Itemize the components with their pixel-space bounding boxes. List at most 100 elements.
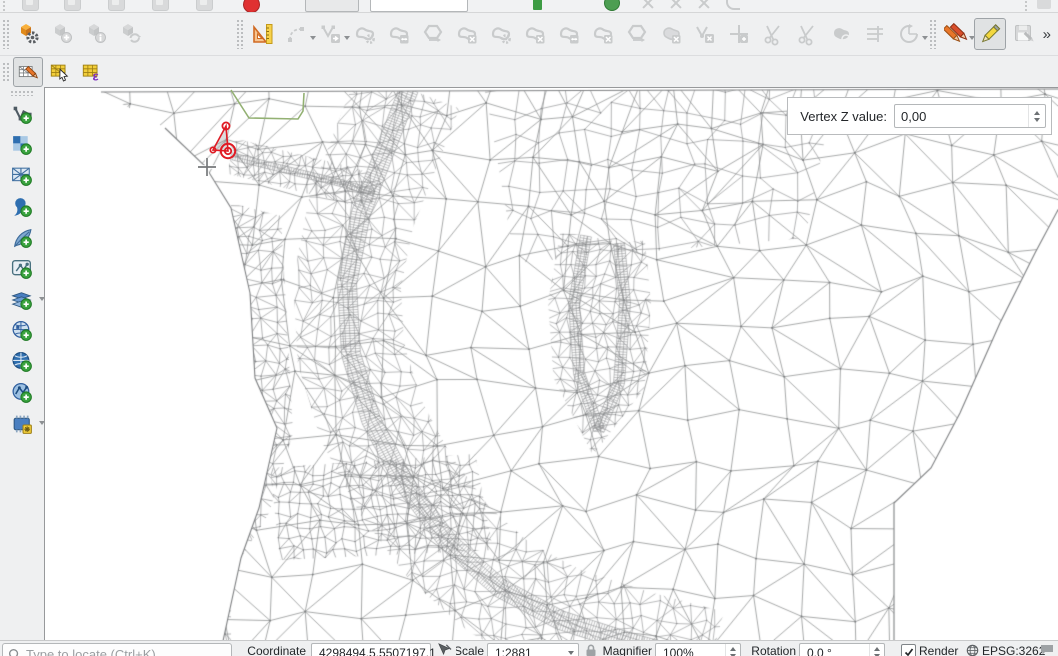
toolbar-grip[interactable] (929, 19, 936, 49)
add-virtual-layer-button[interactable] (7, 255, 37, 283)
move-feature-button[interactable] (349, 18, 381, 50)
vertex-tool-icon (319, 22, 343, 46)
render-checkbox[interactable] (901, 644, 916, 656)
select-mesh-elements-button[interactable] (45, 57, 75, 87)
delete-part-button[interactable] (621, 18, 653, 50)
trim-extend-icon (863, 22, 887, 46)
mesh-calculator-options-button[interactable] (13, 18, 45, 50)
add-vector-tile-layer-icon (10, 288, 35, 313)
rotation-spinbox[interactable]: 0.0 ° (799, 643, 885, 656)
add-raster-layer-icon (10, 133, 35, 158)
crs-globe-icon[interactable] (966, 644, 979, 656)
mesh-add-tool-button[interactable] (47, 18, 79, 50)
add-mesh-layer-button[interactable] (7, 162, 37, 190)
delete-ring-icon (591, 22, 615, 46)
add-vector-tile-layer-button[interactable] (7, 286, 37, 314)
add-spatialite-layer-button[interactable] (7, 224, 37, 252)
offset-curve-button[interactable] (655, 18, 687, 50)
add-arcgis-rest-layer-button[interactable] (7, 410, 37, 438)
reshape-features-icon (693, 22, 717, 46)
messages-icon[interactable] (1040, 644, 1054, 656)
spin-down-icon[interactable] (1034, 118, 1040, 122)
current-edits-button[interactable] (940, 18, 972, 50)
delete-ring-button[interactable] (587, 18, 619, 50)
clear-tool-icon-1[interactable] (642, 0, 654, 9)
toolbar-grip[interactable] (2, 62, 9, 81)
add-wfs-layer-button[interactable] (7, 379, 37, 407)
toolbar-grip (2, 0, 7, 12)
add-delimited-text-layer-button[interactable] (7, 193, 37, 221)
snap-tool-icon-2[interactable] (64, 0, 81, 11)
scale-combobox[interactable]: 1:2881 (487, 643, 579, 656)
record-status-icon[interactable] (243, 0, 260, 13)
add-wms-wmts-layer-button[interactable] (7, 317, 37, 345)
scale-value[interactable]: 1:2881 (488, 644, 563, 656)
simplify-feature-button[interactable] (451, 18, 483, 50)
magnifier-spinbox[interactable]: 100% (655, 643, 741, 656)
mesh-info-tool-button[interactable] (81, 18, 113, 50)
mesh-reload-tool-icon (119, 22, 143, 46)
add-virtual-layer-icon (10, 257, 35, 282)
snap-tool-icon-1[interactable] (22, 0, 39, 11)
digitize-mesh-elements-button[interactable] (13, 57, 43, 87)
toolbar-overflow-button[interactable]: » (1043, 26, 1050, 43)
coordinate-value[interactable]: 4298494.5,5507197.1 (312, 644, 436, 656)
snapping-options-icon[interactable] (604, 0, 620, 11)
vertex-z-spin-arrows[interactable] (1028, 105, 1045, 127)
vertex-z-value[interactable]: 0,00 (895, 105, 1028, 127)
toggle-editing-icon (978, 22, 1002, 46)
fill-ring-button[interactable] (553, 18, 585, 50)
topology-flag-icon[interactable] (533, 0, 542, 10)
add-raster-layer-button[interactable] (7, 131, 37, 159)
vertex-z-spinbox[interactable]: 0,00 (894, 104, 1046, 128)
add-vector-layer-button[interactable] (7, 100, 37, 128)
toggle-editing-button[interactable] (974, 18, 1006, 50)
magnifier-spin-arrows[interactable] (725, 644, 740, 656)
split-features-button[interactable] (723, 18, 755, 50)
merge-feature-attributes-button[interactable] (825, 18, 857, 50)
add-wcs-layer-button[interactable] (7, 348, 37, 376)
toolbar-grip[interactable] (2, 19, 9, 49)
split-parts-button[interactable] (757, 18, 789, 50)
rotate-feature-button[interactable] (417, 18, 449, 50)
undo-arrow-icon[interactable] (726, 0, 740, 10)
tolerance-input[interactable] (370, 0, 468, 12)
map-canvas[interactable]: Vertex Z value: 0,00 (44, 87, 1058, 640)
rotate-point-symbols-dropdown-caret[interactable] (922, 36, 928, 40)
edit-pencil-mini-icon[interactable] (1037, 0, 1051, 9)
cad-tools-button[interactable] (247, 18, 279, 50)
snap-tool-icon-5[interactable] (196, 0, 213, 11)
scale-dropdown-caret[interactable] (563, 644, 578, 655)
copy-move-feature-button[interactable] (383, 18, 415, 50)
locator-search-input[interactable]: Type to locate (Ctrl+K) (2, 643, 232, 656)
add-ring-button[interactable] (485, 18, 517, 50)
clear-tool-icon-3[interactable] (698, 0, 710, 9)
magnifier-value[interactable]: 100% (656, 644, 725, 656)
toolbar-grip[interactable] (10, 90, 34, 96)
lock-scale-icon[interactable] (585, 644, 597, 656)
save-layer-edits-button[interactable] (1008, 18, 1040, 50)
rotation-spin-arrows[interactable] (869, 644, 884, 656)
toggle-extents-icon[interactable] (437, 643, 452, 656)
clear-tool-icon-2[interactable] (670, 0, 682, 9)
merge-features-button[interactable] (791, 18, 823, 50)
reshape-features-button[interactable] (689, 18, 721, 50)
rotate-point-symbols-button[interactable] (893, 18, 925, 50)
rotation-value[interactable]: 0.0 ° (800, 644, 869, 656)
scale-preset-combo[interactable] (305, 0, 359, 12)
spin-up-icon[interactable] (1034, 111, 1040, 115)
toolbar-grip[interactable] (236, 19, 243, 49)
crs-status-label[interactable]: EPSG:32620 (982, 643, 1046, 656)
save-layer-edits-icon (1012, 22, 1036, 46)
mesh-reload-tool-button[interactable] (115, 18, 147, 50)
vertex-tool-button[interactable] (315, 18, 347, 50)
snap-tool-icon-3[interactable] (108, 0, 125, 11)
status-bar: Type to locate (Ctrl+K) Coordinate 42984… (0, 640, 1058, 656)
trim-extend-button[interactable] (859, 18, 891, 50)
scale-label: Scale (456, 643, 484, 656)
add-part-button[interactable] (519, 18, 551, 50)
circular-string-curve-button[interactable] (281, 18, 313, 50)
transform-mesh-vertices-by-expression-button[interactable]: ε (77, 57, 107, 87)
coordinate-input[interactable]: 4298494.5,5507197.1 (311, 643, 431, 656)
snap-tool-icon-4[interactable] (152, 0, 169, 11)
